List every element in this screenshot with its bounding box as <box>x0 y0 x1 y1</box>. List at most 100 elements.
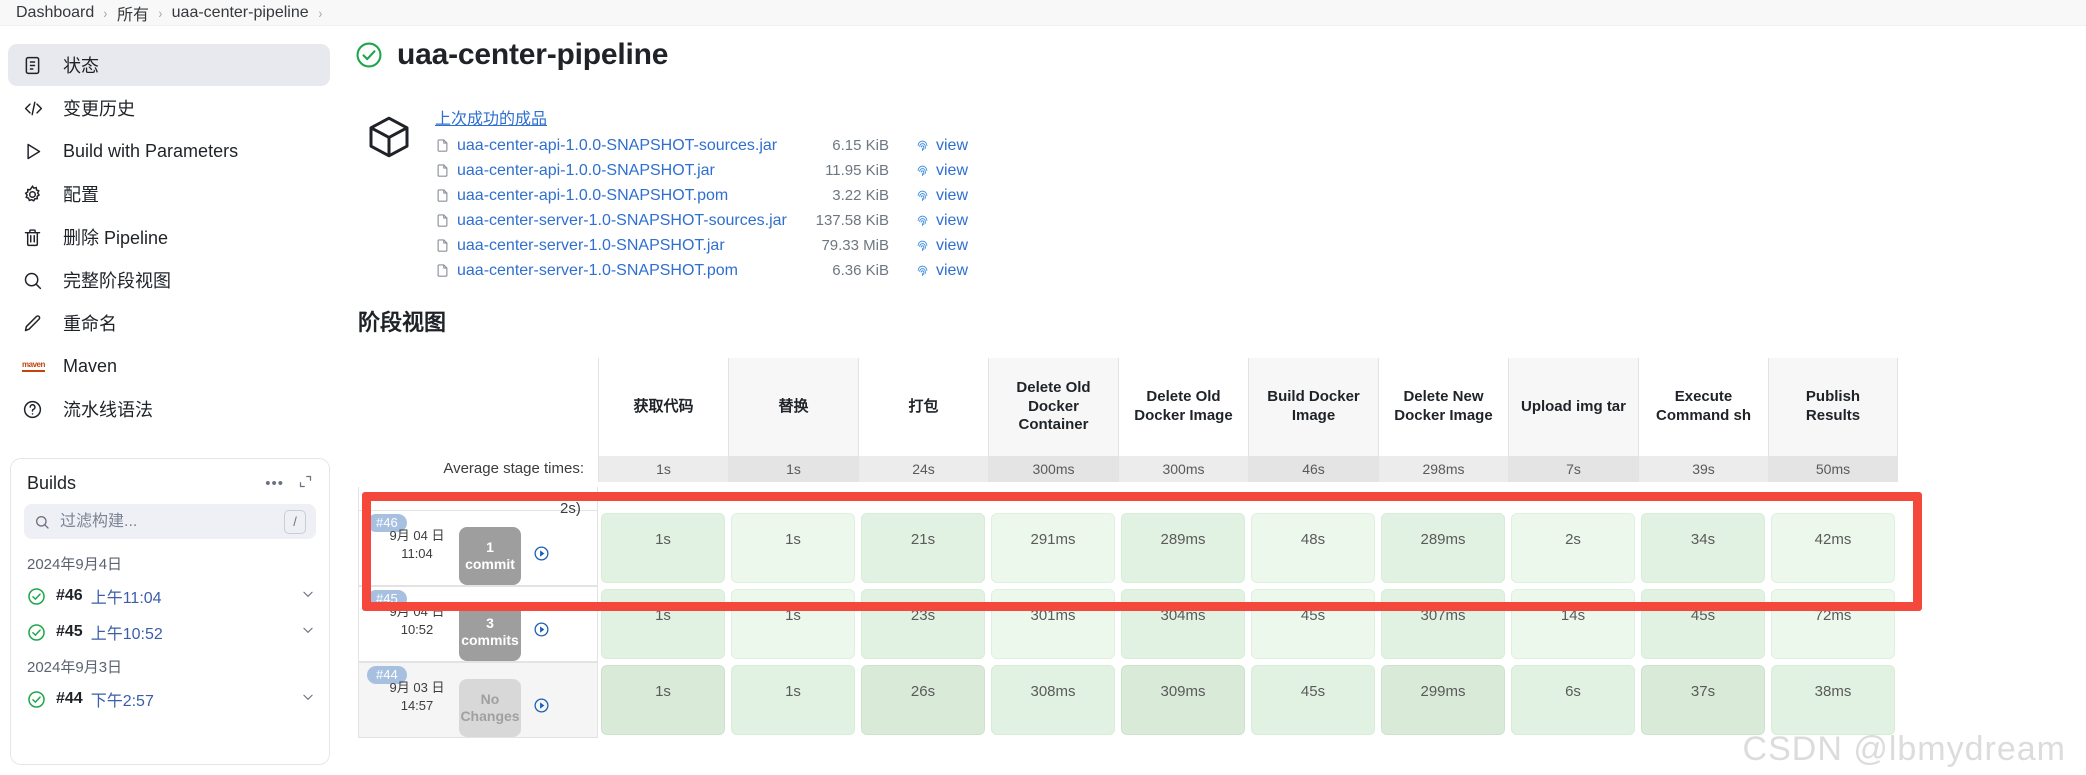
artifact-view-link[interactable]: view <box>915 212 968 230</box>
stage-run-cell[interactable]: 48s <box>1248 510 1378 586</box>
artifact-view-link[interactable]: view <box>915 162 968 180</box>
sidebar-item-maven[interactable]: maven Maven <box>8 345 330 387</box>
stage-run-cell[interactable]: 1s <box>728 586 858 662</box>
stage-run-cell[interactable]: 26s <box>858 662 988 738</box>
stage-run-cell[interactable]: 289ms <box>1118 510 1248 586</box>
stage-run-cell[interactable]: 6s <box>1508 662 1638 738</box>
stage-run-cell[interactable]: 72ms <box>1768 586 1898 662</box>
replay-icon[interactable] <box>533 621 550 638</box>
sidebar-item-status[interactable]: 状态 <box>8 44 330 86</box>
run-meta[interactable]: #44 9月 03 日 14:57 No Changes <box>358 662 598 738</box>
expand-icon[interactable] <box>298 474 313 494</box>
build-list-item[interactable]: #46 上午11:04 <box>11 578 329 614</box>
sidebar-item-pipeline-syntax[interactable]: 流水线语法 <box>8 388 330 430</box>
filter-shortcut-key: / <box>284 509 306 534</box>
stage-run-cell[interactable]: 291ms <box>988 510 1118 586</box>
run-changes-chip[interactable]: 1 commit <box>459 527 521 585</box>
stage-run-cell[interactable]: 301ms <box>988 586 1118 662</box>
stage-run-cell[interactable]: 304ms <box>1118 586 1248 662</box>
pencil-icon <box>22 312 52 334</box>
stage-run-row[interactable]: #44 9月 03 日 14:57 No Changes 1s 1s 26s 3… <box>358 662 1903 738</box>
stage-run-cell[interactable]: 299ms <box>1378 662 1508 738</box>
artifact-view-link[interactable]: view <box>915 237 968 255</box>
stage-run-cell[interactable]: 45s <box>1638 586 1768 662</box>
stage-run-cell[interactable]: 1s <box>598 586 728 662</box>
sidebar-item-build-with-parameters[interactable]: Build with Parameters <box>8 130 330 172</box>
artifact-name[interactable]: uaa-center-api-1.0.0-SNAPSHOT-sources.ja… <box>457 137 777 155</box>
build-list-item[interactable]: #44 下午2:57 <box>11 681 329 717</box>
artifact-view-label: view <box>936 261 969 279</box>
sidebar-item-label: 完整阶段视图 <box>63 271 171 291</box>
chevron-down-icon[interactable] <box>301 690 315 709</box>
replay-icon[interactable] <box>533 545 550 562</box>
chevron-down-icon[interactable] <box>301 587 315 606</box>
stage-header-cell: 替换 <box>728 358 858 456</box>
artifact-name[interactable]: uaa-center-server-1.0-SNAPSHOT-sources.j… <box>457 212 787 230</box>
stage-run-cell[interactable]: 1s <box>598 510 728 586</box>
sidebar-item-label: 状态 <box>63 56 99 76</box>
trash-icon <box>22 226 52 248</box>
stage-run-duration: 299ms <box>1381 665 1505 735</box>
build-group-date: 2024年9月4日 <box>27 556 123 573</box>
average-stage-times-label: Average stage times: <box>443 460 584 477</box>
artifact-row: uaa-center-api-1.0.0-SNAPSHOT.pom 3.22 K… <box>435 183 968 208</box>
stage-run-duration: 45s <box>1251 665 1375 735</box>
artifact-name[interactable]: uaa-center-api-1.0.0-SNAPSHOT.pom <box>457 187 777 205</box>
stage-run-cell[interactable]: 45s <box>1248 586 1378 662</box>
breadcrumb-item-all[interactable]: 所有 <box>111 1 155 25</box>
stage-run-cell[interactable]: 307ms <box>1378 586 1508 662</box>
stage-run-cell[interactable]: 38ms <box>1768 662 1898 738</box>
last-successful-artifacts-link[interactable]: 上次成功的成品 <box>435 105 968 129</box>
stage-run-duration: 1s <box>731 589 855 659</box>
build-number: #45 <box>56 623 83 640</box>
artifact-view-link[interactable]: view <box>915 262 968 280</box>
stage-run-cell[interactable]: 289ms <box>1378 510 1508 586</box>
builds-filter-input[interactable] <box>58 511 284 532</box>
artifact-name[interactable]: uaa-center-server-1.0-SNAPSHOT.jar <box>457 237 777 255</box>
stage-run-cell[interactable]: 45s <box>1248 662 1378 738</box>
run-meta[interactable]: #46 9月 04 日 11:04 1 commit <box>358 510 598 586</box>
artifact-name[interactable]: uaa-center-api-1.0.0-SNAPSHOT.jar <box>457 162 777 180</box>
run-changes-count: No <box>480 691 500 707</box>
sidebar-item-label: 配置 <box>63 185 99 205</box>
stage-run-cell[interactable]: 308ms <box>988 662 1118 738</box>
breadcrumb-item-dashboard[interactable]: Dashboard <box>10 4 100 22</box>
stage-run-row[interactable]: #45 9月 04 日 10:52 3 commits 1s 1s 23s 30… <box>358 586 1903 662</box>
stage-run-duration: 309ms <box>1121 665 1245 735</box>
stage-run-cell[interactable]: 42ms <box>1768 510 1898 586</box>
stage-run-duration: 1s <box>731 665 855 735</box>
stage-run-cell[interactable]: 1s <box>728 662 858 738</box>
stage-run-cell[interactable]: 34s <box>1638 510 1768 586</box>
play-icon <box>22 140 52 162</box>
artifact-view-link[interactable]: view <box>915 187 968 205</box>
stage-run-row[interactable]: #46 9月 04 日 11:04 1 commit 1s 1s 21s 291… <box>358 510 1903 586</box>
average-time-cell: 24s <box>858 456 988 482</box>
sidebar-item-rename[interactable]: 重命名 <box>8 302 330 344</box>
replay-icon[interactable] <box>533 697 550 714</box>
sidebar-item-changes[interactable]: 变更历史 <box>8 87 330 129</box>
run-changes-chip[interactable]: No Changes <box>459 679 521 737</box>
run-meta[interactable]: #45 9月 04 日 10:52 3 commits <box>358 586 598 662</box>
stage-run-cell[interactable]: 1s <box>728 510 858 586</box>
breadcrumb-item-pipeline[interactable]: uaa-center-pipeline <box>166 4 315 22</box>
build-list-item[interactable]: #45 上午10:52 <box>11 614 329 650</box>
stage-run-cell[interactable]: 23s <box>858 586 988 662</box>
chevron-down-icon[interactable] <box>301 623 315 642</box>
stage-run-cell[interactable]: 309ms <box>1118 662 1248 738</box>
stage-run-cell[interactable]: 2s <box>1508 510 1638 586</box>
sidebar-item-configure[interactable]: 配置 <box>8 173 330 215</box>
artifact-view-link[interactable]: view <box>915 137 968 155</box>
builds-panel: Builds ••• / 2024年9月4日 <box>10 458 330 765</box>
stage-run-cell[interactable]: 21s <box>858 510 988 586</box>
sidebar-item-delete-pipeline[interactable]: 删除 Pipeline <box>8 216 330 258</box>
sidebar-item-full-stage-view[interactable]: 完整阶段视图 <box>8 259 330 301</box>
stage-run-cell[interactable]: 37s <box>1638 662 1768 738</box>
ellipsis-icon[interactable]: ••• <box>265 475 284 492</box>
builds-filter-container[interactable]: / <box>24 504 316 539</box>
run-changes-chip[interactable]: 3 commits <box>459 603 521 661</box>
stage-run-duration: 38ms <box>1771 665 1895 735</box>
jenkins-pipeline-page: Dashboard › 所有 › uaa-center-pipeline › 状… <box>0 0 2086 775</box>
stage-run-cell[interactable]: 14s <box>1508 586 1638 662</box>
artifact-name[interactable]: uaa-center-server-1.0-SNAPSHOT.pom <box>457 262 777 280</box>
stage-run-cell[interactable]: 1s <box>598 662 728 738</box>
